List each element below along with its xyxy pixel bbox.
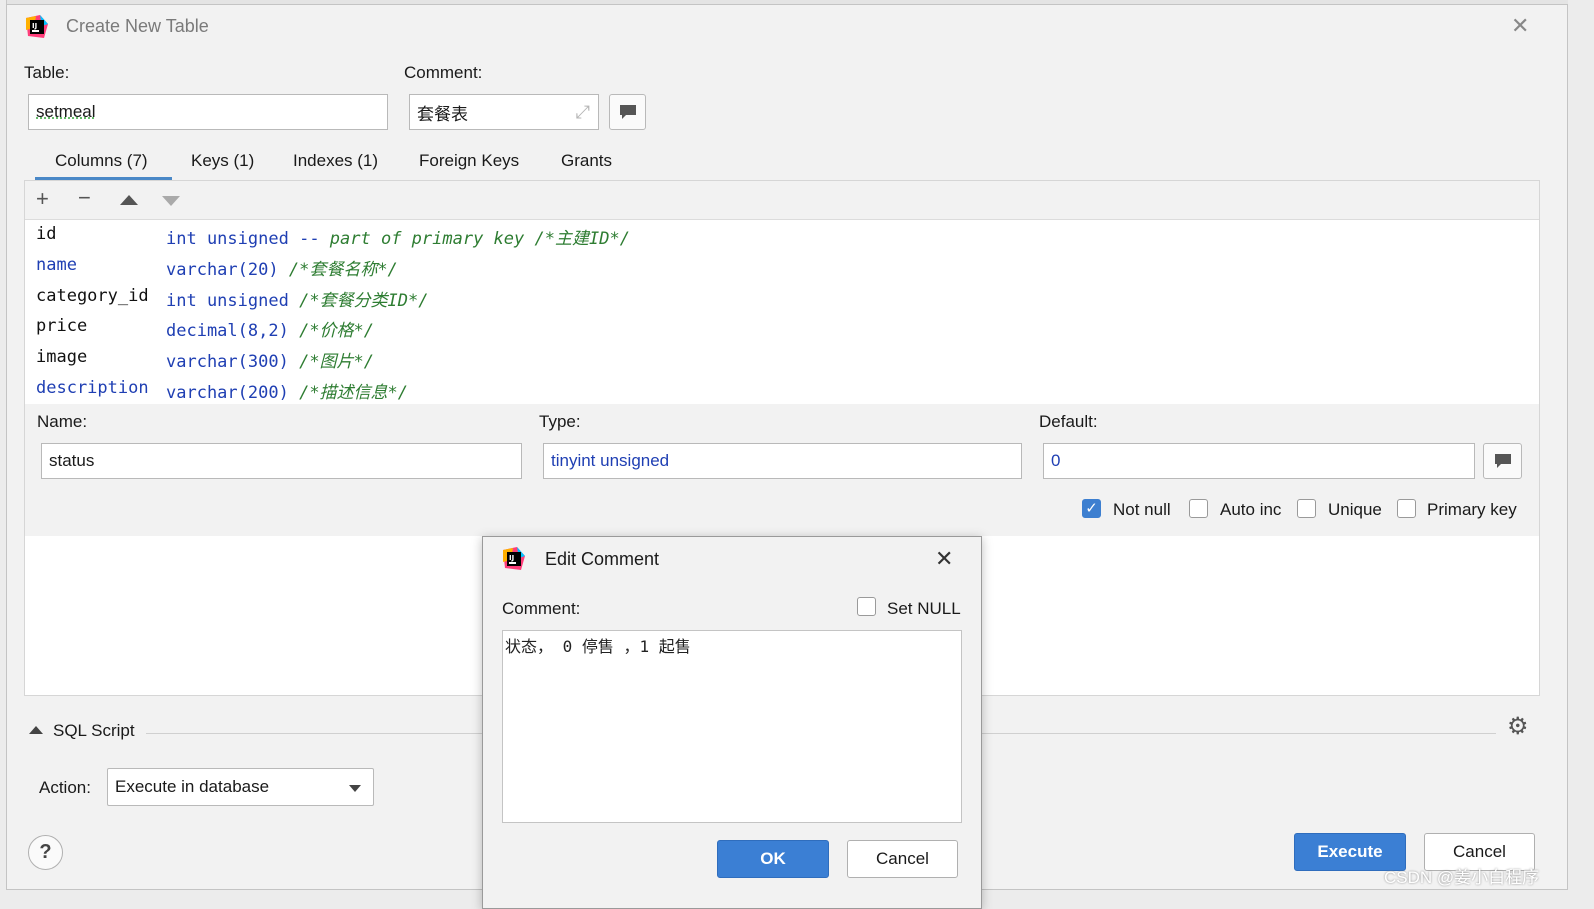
set-null-checkbox[interactable]	[857, 597, 876, 616]
gear-icon[interactable]: ⚙	[1507, 712, 1529, 741]
tab-columns[interactable]: Columns (7)	[55, 151, 148, 171]
close-icon[interactable]: ✕	[935, 546, 953, 572]
expand-icon[interactable]: ⤢	[576, 102, 590, 123]
unique-checkbox[interactable]	[1297, 499, 1316, 518]
column-name-input[interactable]: status	[41, 443, 522, 479]
remove-icon[interactable]: −	[78, 185, 91, 211]
action-label: Action:	[39, 778, 91, 797]
dialog-title: Create New Table	[66, 16, 209, 36]
edit-comment-label: Comment:	[502, 599, 581, 618]
edit-comment-title: Edit Comment	[545, 549, 660, 569]
comment-value: 套餐表	[417, 104, 468, 124]
comment-input[interactable]: 套餐表 ⤢	[409, 94, 599, 130]
app-logo-icon: IJ	[501, 546, 527, 572]
svg-text:IJ: IJ	[32, 22, 37, 30]
column-definition: varchar(20) /*套餐名称*/	[166, 260, 398, 280]
column-definition: decimal(8,2) /*价格*/	[166, 321, 375, 341]
not-null-label: Not null	[1113, 500, 1171, 519]
move-down-icon[interactable]	[162, 196, 180, 206]
comment-label: Comment:	[404, 63, 483, 82]
edit-comment-button[interactable]	[609, 94, 646, 130]
sql-script-header[interactable]: SQL Script	[53, 721, 135, 741]
ok-button[interactable]: OK	[717, 840, 829, 878]
add-icon[interactable]: +	[36, 186, 49, 212]
table-row[interactable]: price	[36, 316, 87, 336]
table-row[interactable]: id	[36, 224, 56, 244]
column-definition: int unsigned -- part of primary key /*主建…	[166, 229, 630, 249]
primary-key-label: Primary key	[1427, 500, 1517, 519]
type-label: Type:	[539, 412, 581, 431]
edit-column-comment-button[interactable]	[1483, 443, 1522, 479]
action-select[interactable]: Execute in database	[107, 768, 374, 806]
tab-foreign-keys[interactable]: Foreign Keys	[419, 151, 519, 171]
name-label: Name:	[37, 412, 88, 431]
auto-inc-checkbox[interactable]	[1189, 499, 1208, 518]
column-definition: int unsigned /*套餐分类ID*/	[166, 291, 429, 311]
app-logo-icon: IJ	[24, 14, 50, 40]
collapse-icon[interactable]	[29, 726, 43, 734]
background-right-strip	[1568, 0, 1594, 909]
not-null-checkbox[interactable]: ✓	[1082, 499, 1101, 518]
primary-key-note: part of primary key	[319, 229, 525, 249]
chevron-down-icon	[349, 785, 361, 792]
close-icon[interactable]: ✕	[1511, 13, 1529, 39]
edit-comment-cancel-button[interactable]: Cancel	[847, 840, 958, 878]
svg-text:IJ: IJ	[509, 554, 514, 562]
table-name-input[interactable]: setmeal	[28, 94, 388, 130]
table-row[interactable]: category_id	[36, 286, 149, 306]
tab-keys[interactable]: Keys (1)	[191, 151, 254, 171]
tab-grants[interactable]: Grants	[561, 151, 612, 171]
comment-bubble-icon	[1494, 454, 1511, 468]
unique-label: Unique	[1328, 500, 1382, 519]
table-row[interactable]: image	[36, 347, 87, 367]
auto-inc-label: Auto inc	[1220, 500, 1282, 519]
default-label: Default:	[1039, 412, 1098, 431]
set-null-label: Set NULL	[887, 599, 961, 618]
columns-toolbar	[25, 181, 1539, 220]
comment-textarea[interactable]: 状态， 0 停售 ，1 起售	[502, 630, 962, 823]
watermark: CSDN @姜小白程序	[1384, 868, 1540, 887]
help-button[interactable]: ?	[28, 835, 63, 870]
column-definition: varchar(300) /*图片*/	[166, 352, 375, 372]
table-label: Table:	[24, 63, 70, 82]
comment-bubble-icon	[619, 105, 636, 119]
table-name-value: setmeal	[36, 102, 96, 121]
column-type-input[interactable]: tinyint unsigned	[543, 443, 1022, 479]
move-up-icon[interactable]	[120, 195, 138, 205]
primary-key-checkbox[interactable]	[1397, 499, 1416, 518]
column-definition: varchar(200) /*描述信息*/	[166, 383, 409, 403]
default-value-input[interactable]: 0	[1043, 443, 1475, 479]
table-row[interactable]: description	[36, 378, 149, 398]
tab-indexes[interactable]: Indexes (1)	[293, 151, 378, 171]
table-row[interactable]: name	[36, 255, 77, 275]
